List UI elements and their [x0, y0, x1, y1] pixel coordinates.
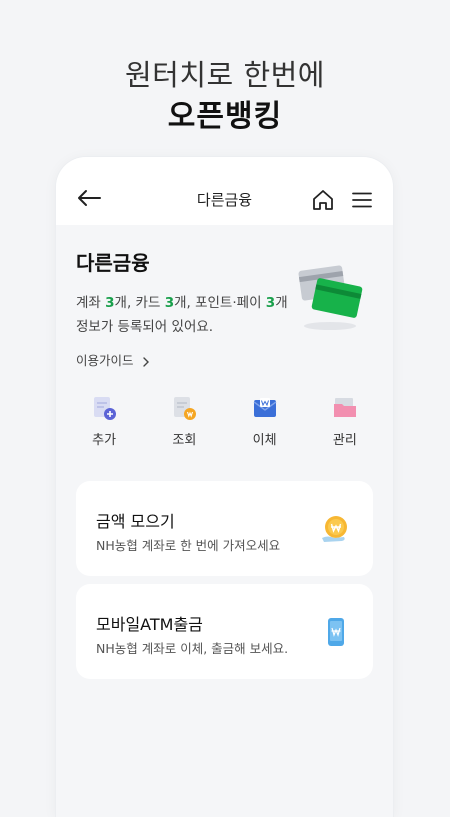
mobile-won-icon — [328, 618, 344, 646]
card-title: 금액 모으기 — [96, 512, 175, 531]
collect-money-card[interactable]: 금액 모으기 NH농협 계좌로 한 번에 가져오세요 — [76, 481, 373, 576]
summary-text: 개, 포인트·페이 — [174, 295, 266, 311]
summary-text: 개 — [275, 295, 288, 311]
chevron-right-icon — [142, 356, 149, 367]
mobile-atm-card[interactable]: 모바일ATM출금 NH농협 계좌로 이체, 출금해 보세요. — [76, 584, 373, 679]
card-description: NH농협 계좌로 한 번에 가져오세요 — [96, 538, 281, 553]
account-summary: 계좌 3개, 카드 3개, 포인트·페이 3개 정보가 등록되어 있어요. — [76, 291, 288, 339]
action-add-label: 추가 — [92, 433, 117, 448]
card-count: 3 — [164, 295, 175, 311]
home-icon[interactable] — [312, 189, 334, 211]
section-title: 다른금융 — [76, 251, 150, 275]
card-title: 모바일ATM출금 — [96, 615, 203, 634]
cards-illustration-icon — [298, 265, 363, 330]
phone-frame: 다른금융 다른금융 계좌 3개, 카드 3개, 포인트·페이 3개 정보가 등록… — [56, 157, 393, 817]
usage-guide-label: 이용가이드 — [76, 353, 134, 368]
action-transfer-label: 이체 — [252, 433, 277, 448]
summary-text: 개, 카드 — [114, 295, 165, 311]
top-bar: 다른금융 — [56, 157, 393, 225]
action-manage[interactable]: 관리 — [310, 395, 380, 455]
folder-icon — [333, 398, 356, 417]
account-count: 3 — [105, 295, 115, 311]
action-inquiry-label: 조회 — [172, 433, 197, 448]
document-coin-icon — [174, 397, 197, 420]
envelope-won-icon — [253, 398, 277, 417]
page-title: 다른금융 — [196, 191, 253, 209]
promo-line1: 원터치로 한번에 — [125, 58, 325, 92]
summary-text: 계좌 — [76, 295, 106, 311]
usage-guide-link[interactable]: 이용가이드 — [76, 350, 150, 369]
document-plus-icon — [94, 397, 117, 420]
action-transfer[interactable]: 이체 — [230, 395, 300, 455]
coin-hand-icon — [322, 516, 347, 542]
summary-line2: 정보가 등록되어 있어요. — [76, 319, 214, 335]
action-add[interactable]: 추가 — [69, 395, 139, 455]
action-inquiry[interactable]: 조회 — [149, 395, 219, 455]
action-manage-label: 관리 — [332, 433, 357, 448]
summary-line1: 계좌 3개, 카드 3개, 포인트·페이 3개 — [76, 291, 288, 315]
point-pay-count: 3 — [265, 295, 276, 311]
quick-actions: 추가 조회 이체 관리 — [64, 395, 385, 455]
promo-line2: 오픈뱅킹 — [167, 99, 283, 134]
card-description: NH농협 계좌로 이체, 출금해 보세요. — [96, 641, 289, 656]
hamburger-menu-icon[interactable] — [352, 192, 372, 208]
